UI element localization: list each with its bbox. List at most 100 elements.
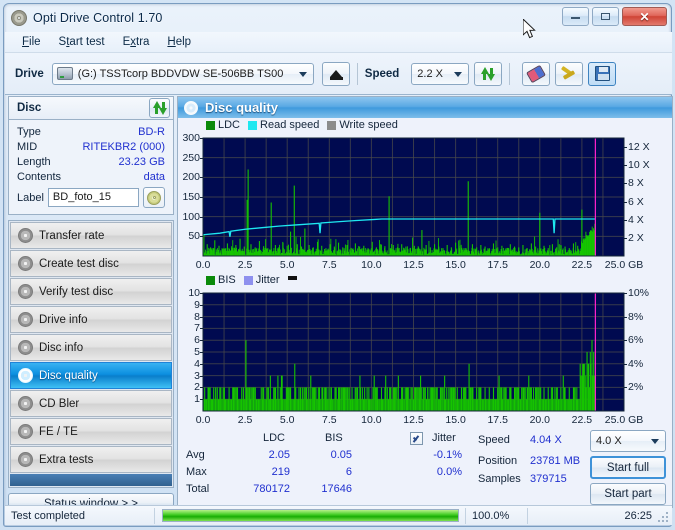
legend-label: Read speed (260, 119, 320, 131)
stats-total-ldc: 780172 (253, 483, 290, 495)
eject-button[interactable] (321, 61, 350, 86)
y-tick-mark (200, 340, 203, 342)
disc-icon (18, 452, 33, 467)
y2-tick-mark (624, 183, 627, 185)
sidebar-item-drive-info[interactable]: Drive info (10, 306, 172, 333)
legend-label: LDC (218, 119, 241, 131)
title-bar: Opti Drive Control 1.70 ✕ (4, 4, 671, 32)
jitter-checkbox[interactable] (410, 432, 423, 445)
disc-field-key: Contents (17, 170, 62, 183)
bis-plot-area[interactable]: 1 2 3 4 5 6 7 8 9 10 0.0 2.5 5.0 7.5 10.0 12.5 15.0 17.5 2… (178, 287, 672, 427)
y-tick-mark (200, 216, 203, 218)
erase-button[interactable] (522, 61, 551, 86)
y-tick-mark (200, 236, 203, 238)
mouse-cursor (523, 19, 536, 39)
disc-icon (18, 396, 33, 411)
legend-extra (287, 275, 297, 285)
refresh-icon (480, 66, 496, 81)
drive-select-value: (G:) TSSTcorp BDDVDW SE-506BB TS00 (77, 67, 284, 80)
tools-icon (561, 65, 577, 81)
sidebar-item-transfer-rate[interactable]: Transfer rate (10, 222, 172, 249)
x-axis-tick: 25.0 GB (604, 259, 644, 271)
disc-icon (18, 312, 33, 327)
y2-tick-mark (624, 387, 627, 389)
sidebar-item-disc-info[interactable]: Disc info (10, 334, 172, 361)
x-axis-tick: 7.5 (321, 414, 337, 426)
sidebar-item-fe-te[interactable]: FE / TE (10, 418, 172, 445)
close-icon: ✕ (639, 9, 650, 24)
sidebar-item-label: Create test disc (39, 257, 119, 270)
x-axis-tick: 22.5 (571, 414, 593, 426)
elapsed-time: 26:25 (624, 509, 652, 522)
resize-grip[interactable] (658, 512, 669, 523)
progress-cell (155, 507, 465, 525)
stats-avg-bis: 0.05 (330, 449, 352, 461)
sidebar-item-create-test-disc[interactable]: Create test disc (10, 250, 172, 277)
sidebar-item-label: CD Bler (39, 397, 80, 410)
sidebar-item-extra-tests[interactable]: Extra tests (10, 446, 172, 473)
y-axis-tick: 50 (188, 230, 200, 243)
disc-icon (18, 284, 33, 299)
close-button[interactable]: ✕ (622, 7, 667, 26)
y-axis-tick: 200 (182, 171, 200, 184)
sidebar-item-cd-bler[interactable]: CD Bler (10, 390, 172, 417)
minimize-button[interactable] (562, 7, 589, 26)
menu-item-extra[interactable]: Extra (114, 34, 159, 50)
menu-item-help[interactable]: Help (158, 34, 200, 50)
progress-bar-fill (162, 510, 458, 521)
disc-refresh-button[interactable] (149, 98, 170, 118)
y2-axis-tick: 4% (628, 357, 644, 370)
cd-icon (147, 190, 161, 205)
chevron-down-icon (298, 71, 307, 77)
legend-bis: BIS (206, 274, 236, 286)
y2-tick-mark (624, 147, 627, 149)
speed-select-value: 2.2 X (417, 67, 443, 80)
sidebar-item-label: FE / TE (39, 425, 78, 438)
disc-icon (18, 368, 33, 383)
y-tick-mark (200, 197, 203, 198)
sidebar-item-verify-test-disc[interactable]: Verify test disc (10, 278, 172, 305)
sidebar: Disc Type BD-R MID RITEKBR2 (000) Length… (8, 96, 174, 514)
y-axis-tick: 5 (194, 346, 200, 358)
y2-tick-mark (624, 201, 627, 203)
sidebar-item-label: Drive info (39, 313, 88, 326)
x-axis-tick: 10.0 (361, 414, 382, 426)
save-button[interactable] (588, 61, 617, 86)
x-axis-tick: 20.0 (529, 414, 551, 426)
maximize-button[interactable] (592, 7, 619, 26)
disc-field-value: RITEKBR2 (000) (82, 140, 165, 153)
tools-button[interactable] (555, 61, 584, 86)
menu-item-file[interactable]: FFileile (13, 34, 50, 50)
y2-tick-mark (624, 219, 627, 221)
disc-label-row: Label BD_foto_15 (17, 187, 165, 208)
legend-label: Write speed (339, 119, 398, 131)
ldc-plot-area[interactable]: 50 100 150 200 250 300 0.0 2.5 5.0 7.5 10.0 12.5 15.… (178, 132, 672, 272)
disc-label-button[interactable] (143, 187, 165, 208)
refresh-button[interactable] (474, 61, 503, 86)
start-full-button[interactable]: Start full (590, 456, 666, 479)
test-speed-select[interactable]: 4.0 X (590, 430, 666, 452)
stats-row-label-avg: Avg (186, 449, 205, 461)
disc-panel-header: Disc (8, 96, 174, 120)
refresh-icon (152, 101, 168, 115)
y-tick-mark (200, 352, 203, 353)
start-part-button[interactable]: Start part (590, 483, 666, 505)
y-axis-tick: 300 (182, 132, 200, 144)
disc-label-input[interactable]: BD_foto_15 (47, 188, 139, 207)
drive-select[interactable]: (G:) TSSTcorp BDDVDW SE-506BB TS00 (51, 62, 314, 85)
save-icon (594, 66, 610, 81)
y-tick-mark (200, 293, 203, 294)
legend-jitter: Jitter (243, 274, 280, 286)
menu-item-start-test[interactable]: Start test (50, 34, 114, 50)
y-axis-tick: 10 (188, 287, 200, 299)
y2-axis-tick: 8% (628, 310, 644, 323)
sidebar-item-label: Verify test disc (39, 285, 114, 298)
stats-total-bis: 17646 (321, 483, 352, 495)
sidebar-item-label: Extra tests (39, 453, 94, 466)
speed-select[interactable]: 2.2 X (411, 62, 470, 85)
sidebar-item-disc-quality[interactable]: Disc quality (10, 362, 172, 389)
ldc-chart-legend: LDC Read speed Write speed (178, 118, 672, 132)
y-axis-tick: 7 (194, 322, 200, 335)
y-tick-mark (200, 387, 203, 389)
sidebar-item-label: Disc info (39, 341, 84, 354)
